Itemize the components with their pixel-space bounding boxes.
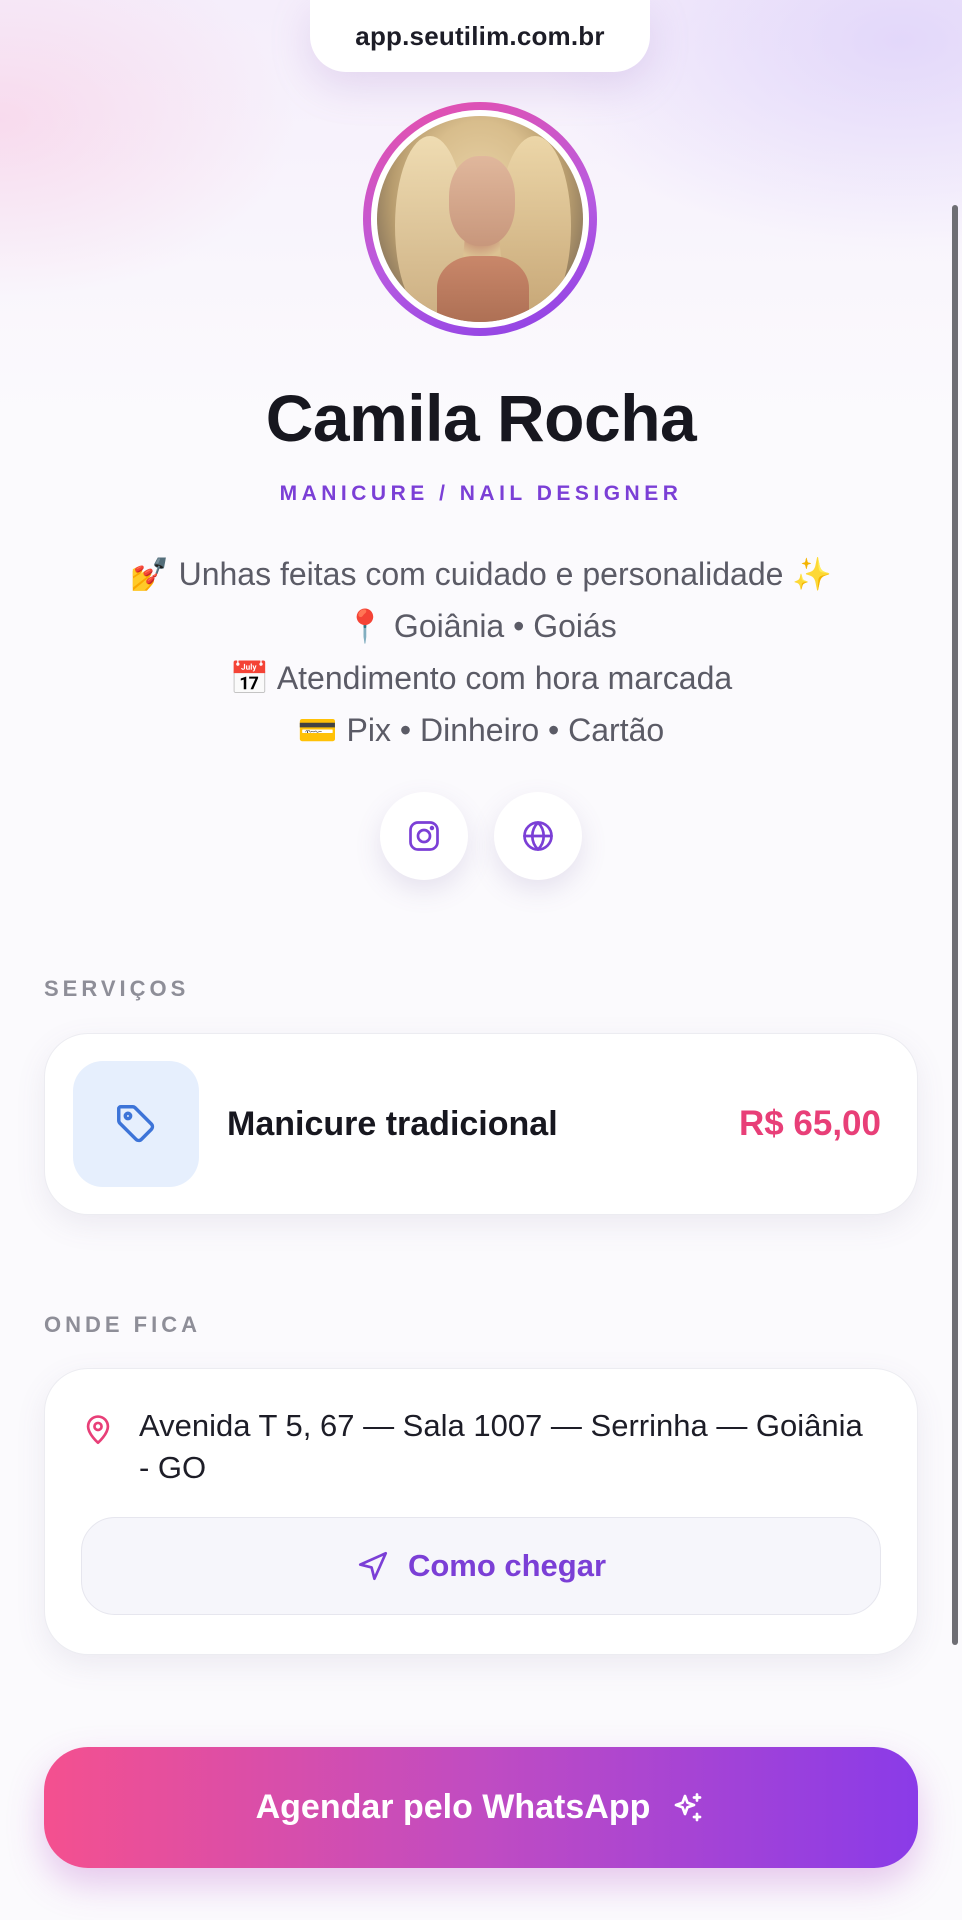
address-row: Avenida T 5, 67 — Sala 1007 — Serrinha —… [81,1405,881,1489]
profile-role: MANICURE / NAIL DESIGNER [279,482,683,505]
directions-button[interactable]: Como chegar [81,1517,881,1615]
avatar [363,102,597,336]
service-icon-box [73,1061,199,1187]
url-bar[interactable]: app.seutilim.com.br [310,0,650,72]
profile-photo [377,116,583,322]
bio-line: 📅 Atendimento com hora marcada [229,660,733,696]
website-button[interactable] [494,792,582,880]
bio-line: 📍 Goiânia • Goiás [345,608,617,644]
instagram-button[interactable] [380,792,468,880]
map-pin-icon [86,1415,110,1445]
globe-icon [523,821,553,851]
social-links [0,792,962,880]
navigation-arrow-icon [358,1551,388,1581]
location-section-label: ONDE FICA [44,1312,201,1337]
directions-label: Como chegar [407,1548,607,1583]
url-text: app.seutilim.com.br [355,20,605,51]
service-name: Manicure tradicional [227,1104,558,1143]
services-section-label: SERVIÇOS [44,976,190,1001]
profile-name: Camila Rocha [265,381,697,455]
service-item[interactable]: Manicure tradicional R$ 65,00 [44,1033,918,1215]
whatsapp-booking-button[interactable]: Agendar pelo WhatsApp [44,1747,918,1868]
address-text: Avenida T 5, 67 — Sala 1007 — Serrinha —… [139,1408,863,1485]
instagram-icon [409,821,439,851]
bio-line: 💅 Unhas feitas com cuidado e personalida… [129,556,833,592]
service-price: R$ 65,00 [738,1104,881,1143]
sparkles-icon [675,1792,702,1821]
profile-bio: 💅 Unhas feitas com cuidado e personalida… [0,548,962,756]
location-card: Avenida T 5, 67 — Sala 1007 — Serrinha —… [44,1368,918,1655]
cta-label: Agendar pelo WhatsApp [255,1788,651,1826]
tag-icon [117,1105,155,1143]
bio-line: 💳 Pix • Dinheiro • Cartão [297,712,665,748]
